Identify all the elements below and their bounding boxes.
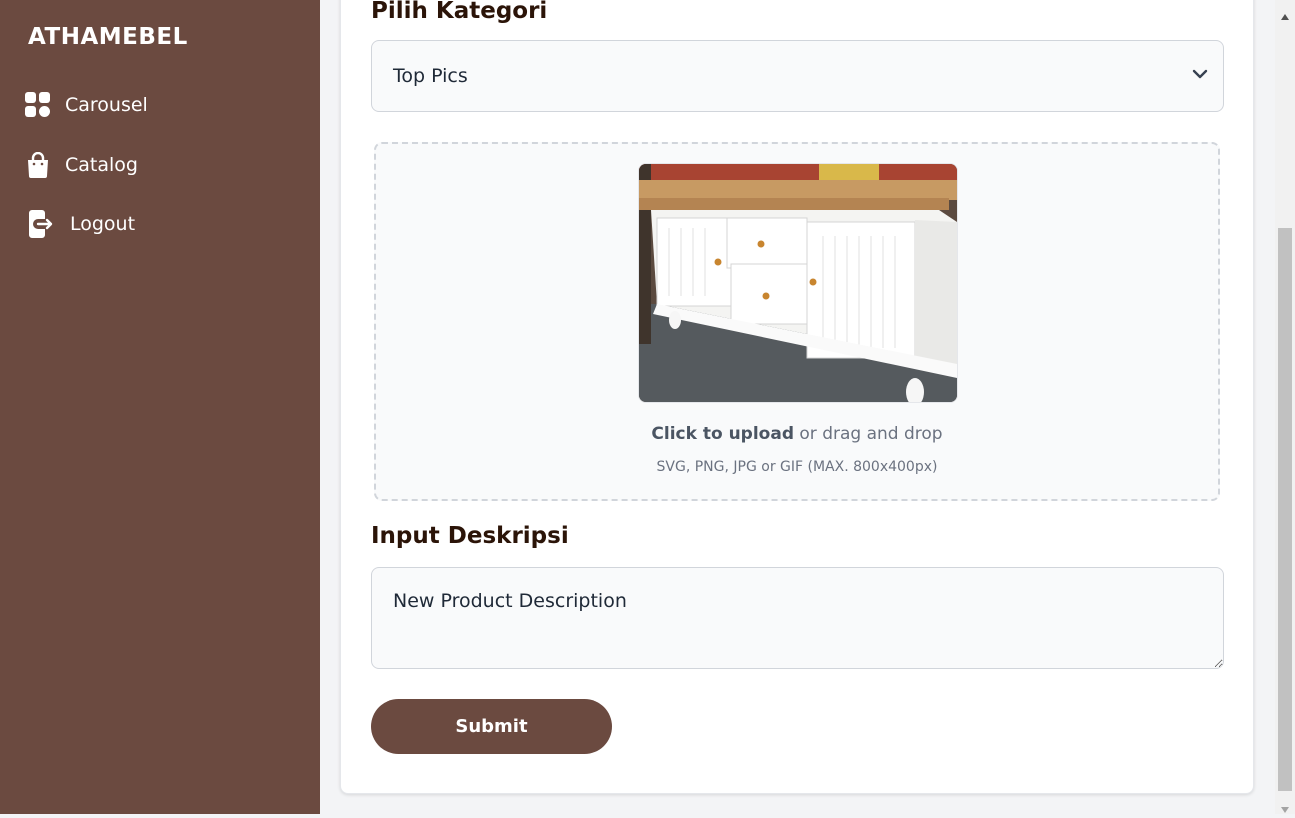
- upload-file-hint: SVG, PNG, JPG or GIF (MAX. 800x400px): [656, 459, 938, 475]
- sidebar-item-label: Carousel: [65, 94, 148, 116]
- sidebar-item-logout[interactable]: Logout: [27, 210, 136, 238]
- scroll-up-arrow-icon[interactable]: [1280, 6, 1290, 25]
- sidebar-item-label: Logout: [70, 213, 136, 235]
- upload-cta[interactable]: Click to upload: [651, 424, 794, 444]
- shopping-bag-icon: [25, 152, 51, 178]
- scrollbar-thumb[interactable]: [1278, 228, 1292, 791]
- sidebar: ATHAMEBEL Carousel Catalog Logout: [0, 0, 320, 814]
- vertical-scrollbar[interactable]: [1275, 0, 1295, 814]
- sidebar-item-catalog[interactable]: Catalog: [25, 152, 138, 178]
- main-content: Pilih Kategori Top Pics Click to upload …: [320, 0, 1275, 814]
- grid-icon: [25, 92, 51, 118]
- submit-button[interactable]: Submit: [371, 699, 612, 754]
- category-selected-value: Top Pics: [393, 65, 468, 87]
- product-image-preview: [638, 163, 958, 403]
- upload-instructions: Click to upload or drag and drop: [376, 424, 1218, 444]
- sidebar-item-label: Catalog: [65, 154, 138, 176]
- logout-icon: [27, 210, 53, 238]
- image-dropzone[interactable]: Click to upload or drag and drop SVG, PN…: [374, 142, 1220, 501]
- description-label: Input Deskripsi: [371, 523, 569, 549]
- chevron-down-icon: [1191, 65, 1209, 88]
- upload-cta-rest: or drag and drop: [794, 424, 943, 444]
- brand-logo[interactable]: ATHAMEBEL: [28, 24, 188, 50]
- sidebar-item-carousel[interactable]: Carousel: [25, 92, 148, 118]
- category-select[interactable]: Top Pics: [371, 40, 1224, 112]
- description-textarea[interactable]: New Product Description: [371, 567, 1224, 669]
- category-label: Pilih Kategori: [371, 0, 548, 24]
- product-form-card: Pilih Kategori Top Pics Click to upload …: [340, 0, 1254, 794]
- scroll-down-arrow-icon[interactable]: [1280, 799, 1290, 818]
